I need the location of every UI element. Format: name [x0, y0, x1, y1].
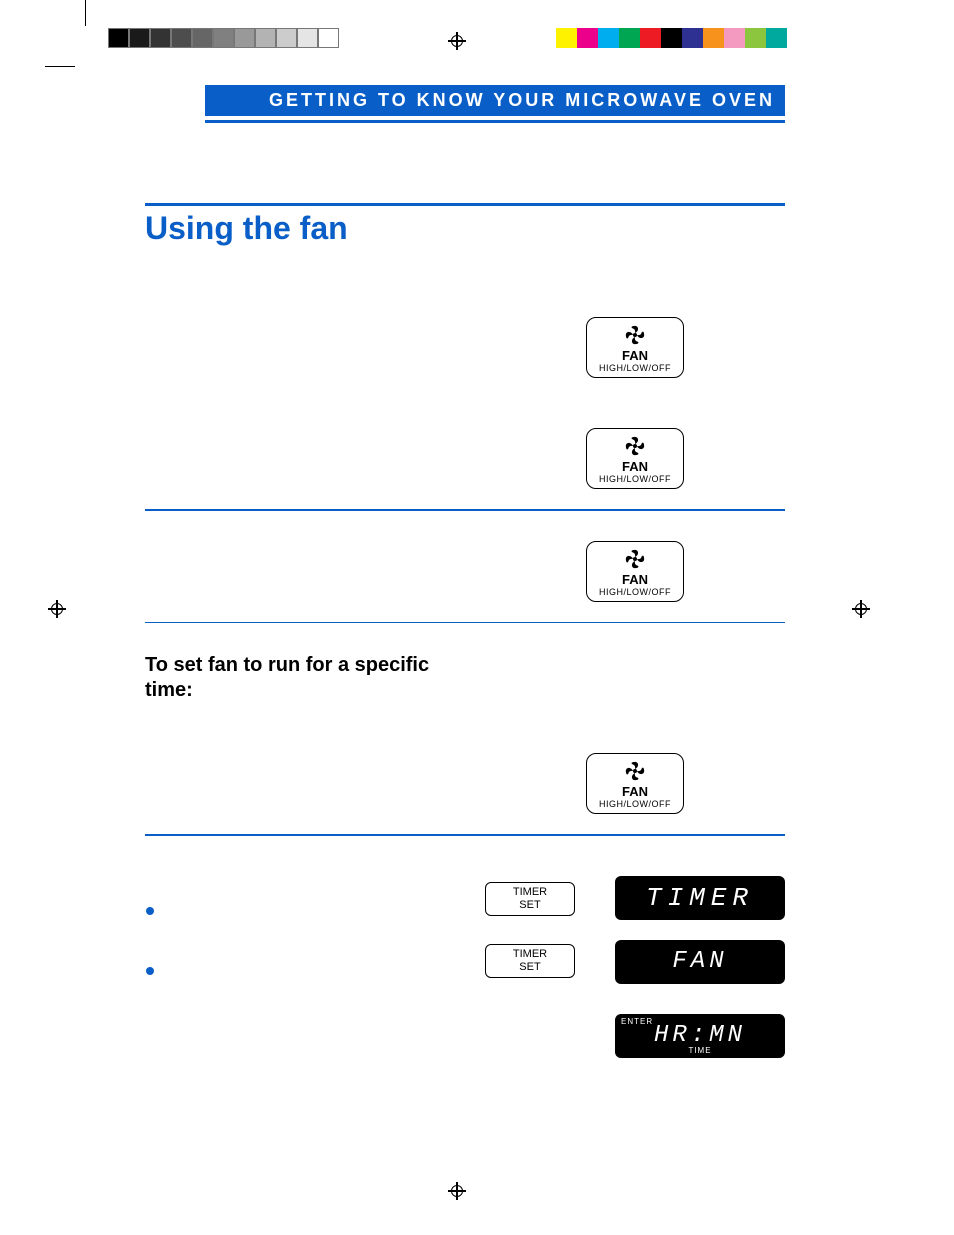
lcd-text: FAN [672, 948, 727, 975]
page-content: GETTING TO KNOW YOUR MICROWAVE OVEN Usin… [145, 85, 785, 1058]
timer-step-section: TIMER SET TIMER SET TIMER FAN ENTER HR:M… [145, 876, 785, 1058]
step-row: To set fan to run for a specific time: [145, 653, 785, 703]
fan-button-label: FAN [591, 784, 679, 799]
registration-mark-icon [48, 600, 66, 618]
sub-heading: To set fan to run for a specific time: [145, 653, 465, 703]
divider [145, 509, 785, 511]
fan-button[interactable]: FAN HIGH/LOW/OFF [586, 753, 684, 814]
registration-mark-icon [448, 32, 466, 50]
step-row: FAN HIGH/LOW/OFF [145, 753, 785, 814]
crop-mark [45, 66, 75, 67]
lcd-display: ENTER HR:MN TIME [615, 1014, 785, 1058]
fan-icon [624, 548, 646, 570]
lcd-display: TIMER [615, 876, 785, 920]
step-row: FAN HIGH/LOW/OFF [145, 541, 785, 602]
registration-mark-icon [852, 600, 870, 618]
timer-button-label-2: SET [490, 899, 570, 912]
fan-button[interactable]: FAN HIGH/LOW/OFF [586, 317, 684, 378]
timer-button-label-1: TIMER [490, 948, 570, 961]
bullet-list [145, 880, 465, 1000]
fan-button[interactable]: FAN HIGH/LOW/OFF [586, 541, 684, 602]
divider [145, 622, 785, 624]
lcd-annotation-bottom: TIME [615, 1046, 785, 1055]
timer-button-label-2: SET [490, 961, 570, 974]
fan-icon [624, 760, 646, 782]
timer-set-button[interactable]: TIMER SET [485, 944, 575, 978]
fan-button-label: FAN [591, 572, 679, 587]
divider [145, 834, 785, 836]
fan-button-label: FAN [591, 348, 679, 363]
fan-button[interactable]: FAN HIGH/LOW/OFF [586, 428, 684, 489]
grayscale-color-bar [108, 28, 339, 48]
fan-icon [624, 324, 646, 346]
bullet-icon [169, 940, 465, 1000]
header-underline [205, 120, 785, 123]
lcd-text: TIMER [646, 883, 754, 913]
fan-button-sublabel: HIGH/LOW/OFF [591, 799, 679, 809]
fan-button-sublabel: HIGH/LOW/OFF [591, 363, 679, 373]
fan-button-sublabel: HIGH/LOW/OFF [591, 474, 679, 484]
lcd-annotation-top: ENTER [621, 1017, 653, 1026]
fan-button-label: FAN [591, 459, 679, 474]
timer-set-button[interactable]: TIMER SET [485, 882, 575, 916]
fan-button-sublabel: HIGH/LOW/OFF [591, 587, 679, 597]
section-title: Using the fan [145, 203, 785, 247]
crop-mark [85, 0, 86, 26]
timer-button-label-1: TIMER [490, 886, 570, 899]
process-color-bar [556, 28, 787, 48]
header-banner: GETTING TO KNOW YOUR MICROWAVE OVEN [205, 85, 785, 116]
fan-icon [624, 435, 646, 457]
lcd-display: FAN [615, 940, 785, 984]
registration-mark-icon [448, 1182, 466, 1200]
bullet-icon [169, 880, 465, 940]
step-row: FAN HIGH/LOW/OFF FAN HIGH/LOW/OFF [145, 317, 785, 489]
